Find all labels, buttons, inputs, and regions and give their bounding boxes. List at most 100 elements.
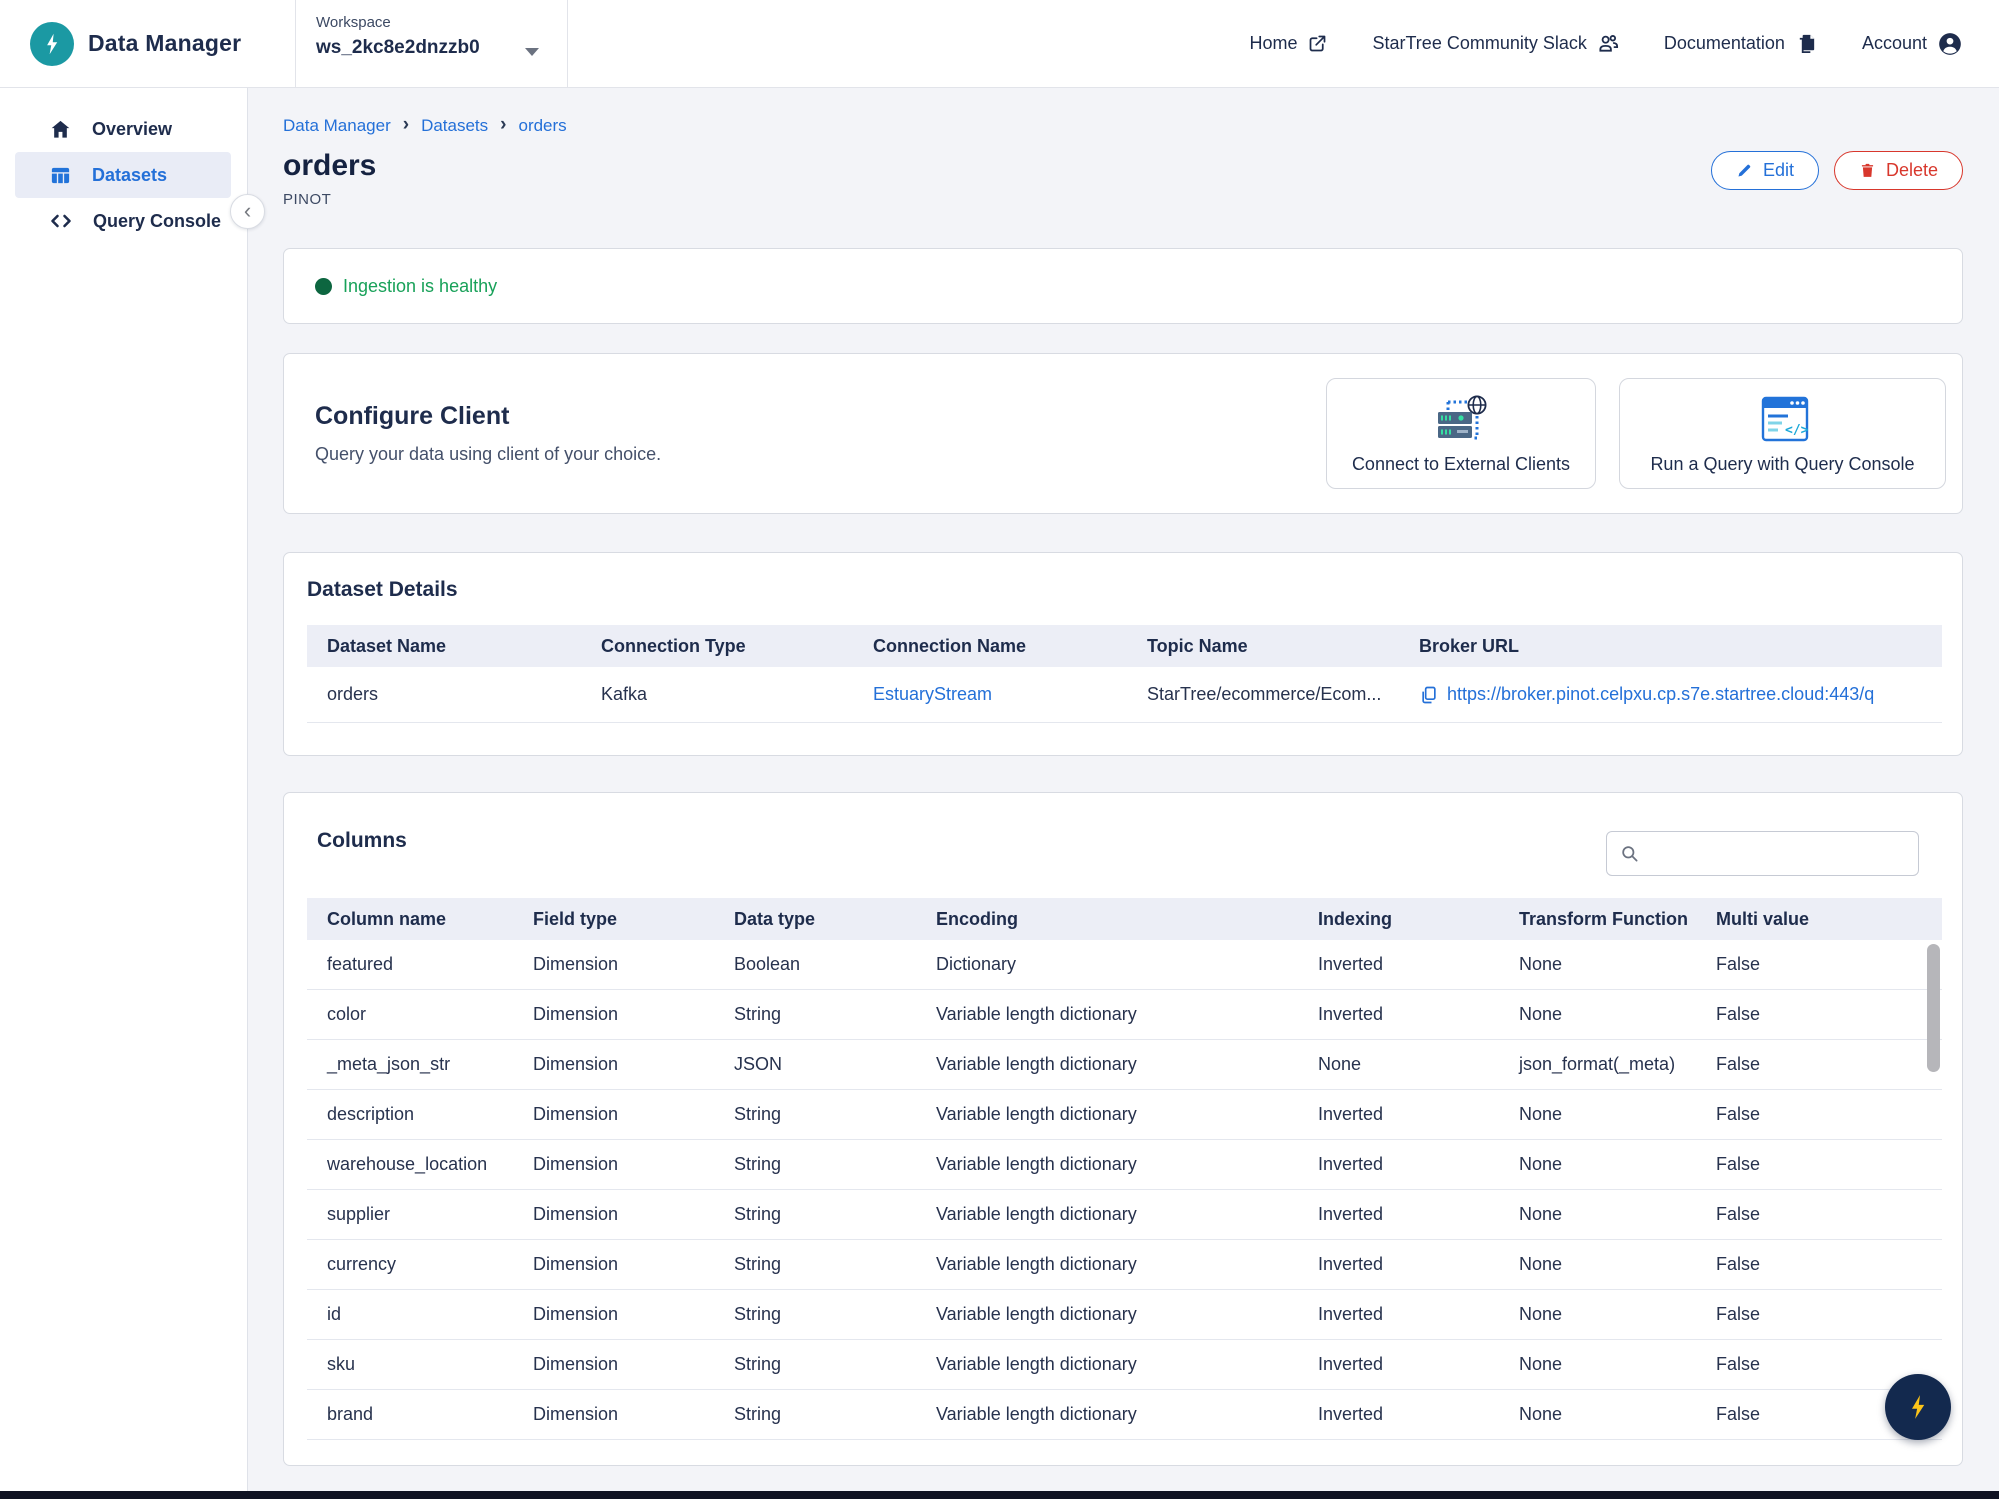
table-cell: currency <box>327 1254 397 1274</box>
datasets-table-icon <box>51 167 70 183</box>
table-cell: Dimension <box>533 1154 619 1174</box>
breadcrumb-datasets[interactable]: Datasets <box>421 116 488 136</box>
sidebar-item-datasets[interactable]: Datasets <box>15 152 231 198</box>
column-header: Multi value <box>1716 908 1810 929</box>
table-cell: Variable length dictionary <box>936 1304 1137 1324</box>
table-cell: _meta_json_str <box>327 1054 451 1074</box>
table-cell: Dimension <box>533 1254 619 1274</box>
breadcrumb-current: orders <box>518 116 567 135</box>
documents-icon <box>1799 34 1815 53</box>
page-title: orders <box>283 149 377 182</box>
table-cell: Inverted <box>1318 954 1384 974</box>
table-cell: None <box>1519 1104 1563 1124</box>
sidebar-collapse-button[interactable]: ‹ <box>230 194 265 229</box>
table-cell: String <box>734 1254 782 1274</box>
columns-header-area: Columns <box>307 793 1942 898</box>
run-query-console-button[interactable]: </> Run a Query with Query Console <box>1619 378 1946 489</box>
table-cell: None <box>1318 1054 1362 1074</box>
table-cell: Inverted <box>1318 1354 1384 1374</box>
columns-table-header-row: Column name Field type Data type Encodin… <box>307 898 1942 940</box>
delete-button[interactable]: Delete <box>1833 151 1963 190</box>
broker-url-link[interactable]: https://broker.pinot.celpxu.cp.s7e.start… <box>1447 684 1874 705</box>
table-cell: False <box>1716 1204 1761 1224</box>
page-subtitle: PINOT <box>283 191 332 208</box>
table-row: _meta_json_str Dimension JSON Variable leng… <box>307 1040 1942 1090</box>
table-cell: Inverted <box>1318 1404 1384 1424</box>
table-cell: String <box>734 1154 782 1174</box>
sidebar-item-overview[interactable]: Overview <box>15 106 231 152</box>
columns-title: Columns <box>317 829 407 852</box>
table-row: id Dimension String Variable length diction… <box>307 1290 1942 1340</box>
table-cell: False <box>1716 1004 1761 1024</box>
query-console-icon: </> <box>1761 396 1808 442</box>
table-cell: id <box>327 1304 342 1324</box>
table-cell: Inverted <box>1318 1254 1384 1274</box>
trash-icon <box>1861 163 1874 177</box>
table-cell: Dimension <box>533 1204 619 1224</box>
table-cell: Variable length dictionary <box>936 1004 1137 1024</box>
code-brackets-icon <box>51 214 71 228</box>
server-globe-icon <box>1438 395 1487 440</box>
table-row: warehouse_location Dimension String Variabl… <box>307 1140 1942 1190</box>
table-row: description Dimension String Variable lengt… <box>307 1090 1942 1140</box>
sidebar-item-query-console[interactable]: Query Console <box>15 198 231 244</box>
external-link-icon <box>1310 35 1326 52</box>
table-cell: None <box>1519 1254 1563 1274</box>
connection-name-link[interactable]: EstuaryStream <box>853 684 1127 705</box>
nav-home-label: Home <box>1249 33 1298 53</box>
workspace-label: Workspace <box>316 13 391 31</box>
connect-external-clients-button[interactable]: Connect to External Clients <box>1326 378 1596 489</box>
nav-community-slack[interactable]: StarTree Community Slack <box>1372 32 1619 55</box>
delete-button-label: Delete <box>1885 160 1938 180</box>
copy-icon[interactable] <box>1419 685 1439 705</box>
breadcrumb-data-manager[interactable]: Data Manager <box>283 116 391 136</box>
app-title: Data Manager <box>88 30 242 56</box>
table-cell: Inverted <box>1318 1204 1384 1224</box>
column-header: Data type <box>734 908 816 929</box>
ingestion-status-text: Ingestion is healthy <box>343 275 498 296</box>
table-cell: Variable length dictionary <box>936 1404 1137 1424</box>
search-icon <box>1622 846 1638 862</box>
configure-client-title: Configure Client <box>315 402 510 430</box>
page-title-row: orders PINOT Edit Delete <box>283 149 1963 208</box>
dataset-name-cell: orders <box>327 684 379 704</box>
nav-account-label: Account <box>1861 33 1927 53</box>
column-header: Column name <box>327 908 447 929</box>
nav-slack-label: StarTree Community Slack <box>1372 33 1587 53</box>
chevron-down-icon <box>525 47 539 56</box>
nav-documentation[interactable]: Documentation <box>1664 32 1818 55</box>
column-header: Dataset Name <box>327 635 447 656</box>
connection-type-cell: Kafka <box>601 684 648 704</box>
workspace-selector[interactable]: Workspace ws_2kc8e2dnzzb0 <box>295 0 568 88</box>
columns-card: Columns Column name Field type Data type… <box>283 792 1963 1466</box>
dataset-details-title: Dataset Details <box>307 578 458 601</box>
topic-name-cell: StarTree/ecommerce/Ecom... <box>1147 684 1382 704</box>
search-input[interactable] <box>1648 832 1918 875</box>
scrollbar-thumb[interactable] <box>1927 944 1940 1072</box>
column-header: Connection Type <box>601 635 746 656</box>
table-cell: json_format(_meta) <box>1519 1054 1676 1074</box>
table-row: featured Dimension Boolean Dictionary Invert… <box>307 940 1942 990</box>
table-cell: brand <box>327 1404 374 1424</box>
table-cell: Variable length dictionary <box>936 1104 1137 1124</box>
table-cell: sku <box>327 1354 356 1374</box>
sidebar-item-label: Query Console <box>93 210 222 231</box>
nav-home[interactable]: Home <box>1249 33 1328 54</box>
table-cell: Dimension <box>533 1054 619 1074</box>
table-cell: Variable length dictionary <box>936 1254 1137 1274</box>
broker-url-cell: https://broker.pinot.celpxu.cp.s7e.start… <box>1399 684 1942 705</box>
table-cell: Inverted <box>1318 1004 1384 1024</box>
table-cell: False <box>1716 1054 1761 1074</box>
table-cell: Variable length dictionary <box>936 1204 1137 1224</box>
account-person-icon <box>1939 32 1961 55</box>
nav-documentation-label: Documentation <box>1663 33 1785 53</box>
dataset-details-table: Dataset Name Connection Type Connection … <box>307 625 1942 723</box>
table-cell: Variable length dictionary <box>936 1054 1137 1074</box>
nav-account[interactable]: Account <box>1862 31 1963 57</box>
assistant-fab-button[interactable] <box>1885 1374 1951 1440</box>
workspace-value: ws_2kc8e2dnzzb0 <box>316 36 480 58</box>
table-cell: None <box>1519 1004 1563 1024</box>
edit-button[interactable]: Edit <box>1710 151 1819 190</box>
column-header: Encoding <box>936 908 1018 929</box>
table-cell: False <box>1716 1304 1761 1324</box>
